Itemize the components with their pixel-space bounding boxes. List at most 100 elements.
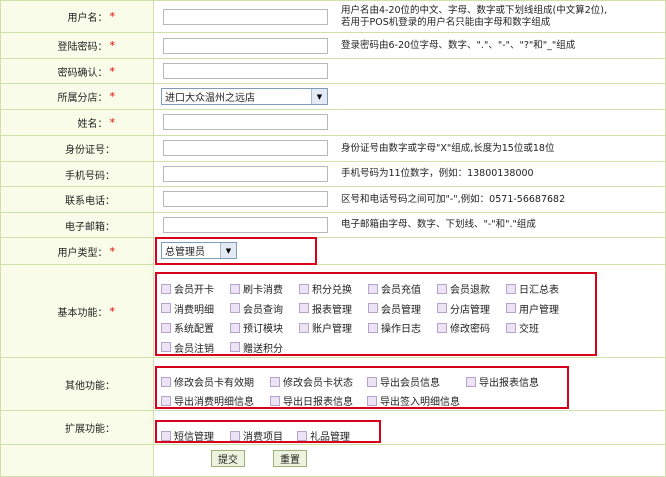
password-input[interactable] <box>163 38 328 54</box>
name-input[interactable] <box>163 114 328 130</box>
reset-button[interactable]: 重置 <box>273 450 307 467</box>
checkbox-icon[interactable] <box>161 283 171 294</box>
checkbox-icon[interactable] <box>506 283 516 294</box>
basic-function-option[interactable]: 会员管理 <box>368 301 421 316</box>
usertype-select[interactable]: 总管理员 ▼ <box>161 242 237 259</box>
required-mark: * <box>109 304 116 318</box>
basic-function-option-label: 账户管理 <box>312 324 352 335</box>
label-basic-functions: 基本功能： * <box>1 265 154 357</box>
checkbox-icon[interactable] <box>230 322 240 333</box>
checkbox-icon[interactable] <box>230 430 240 441</box>
basic-function-option[interactable]: 分店管理 <box>437 301 490 316</box>
checkbox-icon[interactable] <box>161 395 171 406</box>
basic-function-option[interactable]: 用户管理 <box>506 301 559 316</box>
checkbox-icon[interactable] <box>437 322 447 333</box>
submit-button[interactable]: 提交 <box>211 450 245 467</box>
basic-function-option-label: 刷卡消费 <box>243 285 283 296</box>
basic-function-option-label: 日汇总表 <box>519 285 559 296</box>
checkbox-icon[interactable] <box>299 322 309 333</box>
basic-function-option-label: 会员管理 <box>381 304 421 316</box>
other-function-option[interactable]: 导出消费明细信息 <box>161 393 254 408</box>
email-input[interactable] <box>163 217 328 233</box>
other-function-option[interactable]: 导出签入明细信息 <box>367 393 460 408</box>
basic-function-option[interactable]: 系统配置 <box>161 320 214 335</box>
extension-function-option[interactable]: 短信管理 <box>161 428 214 443</box>
user-form: 用户名： * 用户名由4-20位的中文、字母、数字或下划线组成(中文算2位), 若… <box>0 0 666 477</box>
phone-input[interactable] <box>163 191 328 207</box>
checkbox-icon[interactable] <box>299 303 309 313</box>
chevron-down-icon[interactable]: ▼ <box>311 89 327 104</box>
checkbox-icon[interactable] <box>368 283 378 294</box>
confirm-password-input[interactable] <box>163 63 328 79</box>
basic-function-option[interactable]: 会员注销 <box>161 340 214 355</box>
basic-function-option[interactable]: 会员充值 <box>368 281 421 296</box>
other-function-option-label: 修改会员卡状态 <box>283 378 353 389</box>
checkbox-icon[interactable] <box>230 283 240 294</box>
label-text: 电子邮箱： <box>65 221 115 233</box>
label-text: 其他功能： <box>65 380 115 392</box>
basic-function-option[interactable]: 会员开卡 <box>161 281 214 296</box>
row-actions: 提交 重置 <box>1 445 665 476</box>
basic-function-option[interactable]: 操作日志 <box>368 320 421 335</box>
basic-function-option[interactable]: 消费明细 <box>161 301 214 316</box>
extension-function-option-label: 消费项目 <box>243 432 283 443</box>
checkbox-icon[interactable] <box>230 342 240 352</box>
checkbox-icon[interactable] <box>161 376 171 387</box>
checkbox-icon[interactable] <box>230 303 240 313</box>
label-extension-functions: 扩展功能： <box>1 411 154 444</box>
username-input[interactable] <box>163 9 328 25</box>
label-other-functions: 其他功能： <box>1 358 154 410</box>
idcard-input[interactable] <box>163 140 328 156</box>
basic-function-option[interactable]: 预订模块 <box>230 320 283 335</box>
checkbox-icon[interactable] <box>506 303 516 313</box>
label-text: 联系电话： <box>65 196 115 207</box>
checkbox-icon[interactable] <box>506 322 516 333</box>
password-hint: 登录密码由6-20位字母、数字、"."、"-"、"?"和"_"组成 <box>341 40 576 51</box>
label-name: 姓名： * <box>1 110 154 135</box>
other-function-option[interactable]: 修改会员卡有效期 <box>161 374 254 389</box>
basic-function-option[interactable]: 积分兑换 <box>299 281 352 296</box>
label-text: 用户类型： <box>57 247 108 259</box>
basic-function-option[interactable]: 会员查询 <box>230 301 283 316</box>
basic-function-option[interactable]: 日汇总表 <box>506 281 559 296</box>
row-email: 电子邮箱： 电子邮箱由字母、数字、下划线、"-"和"."组成 <box>1 213 665 238</box>
checkbox-icon[interactable] <box>161 322 171 333</box>
basic-function-option[interactable]: 修改密码 <box>437 320 490 335</box>
basic-function-option[interactable]: 会员退款 <box>437 281 490 296</box>
label-usertype: 用户类型： * <box>1 238 154 264</box>
extension-function-option[interactable]: 消费项目 <box>230 428 283 443</box>
basic-function-option[interactable]: 交班 <box>506 320 539 335</box>
checkbox-icon[interactable] <box>297 430 307 441</box>
checkbox-icon[interactable] <box>437 303 447 313</box>
extension-function-option[interactable]: 礼品管理 <box>297 428 350 443</box>
mobile-input[interactable] <box>163 166 328 182</box>
email-hint: 电子邮箱由字母、数字、下划线、"-"和"."组成 <box>341 219 536 230</box>
basic-function-option[interactable]: 账户管理 <box>299 320 352 335</box>
checkbox-icon[interactable] <box>466 376 476 387</box>
basic-function-option-label: 交班 <box>519 324 539 335</box>
checkbox-icon[interactable] <box>437 283 447 294</box>
basic-function-option-label: 会员查询 <box>243 304 283 316</box>
checkbox-icon[interactable] <box>161 342 171 352</box>
checkbox-icon[interactable] <box>368 322 378 333</box>
checkbox-icon[interactable] <box>367 395 377 406</box>
checkbox-icon[interactable] <box>299 283 309 294</box>
chevron-down-icon[interactable]: ▼ <box>220 243 236 258</box>
other-function-option[interactable]: 修改会员卡状态 <box>270 374 353 389</box>
other-function-option[interactable]: 导出报表信息 <box>466 374 539 389</box>
basic-function-option[interactable]: 报表管理 <box>299 301 352 316</box>
other-function-option[interactable]: 导出会员信息 <box>367 374 440 389</box>
required-mark: * <box>109 90 116 103</box>
checkbox-icon[interactable] <box>161 430 171 441</box>
checkbox-icon[interactable] <box>368 303 378 313</box>
basic-function-option[interactable]: 赠送积分 <box>230 340 283 355</box>
checkbox-icon[interactable] <box>161 303 171 313</box>
checkbox-icon[interactable] <box>367 376 377 387</box>
checkbox-icon[interactable] <box>270 395 280 406</box>
checkbox-icon[interactable] <box>270 376 280 387</box>
other-function-option[interactable]: 导出日报表信息 <box>270 393 353 408</box>
label-text: 基本功能： <box>57 307 108 319</box>
label-idcard: 身份证号： <box>1 136 154 161</box>
basic-function-option[interactable]: 刷卡消费 <box>230 281 283 296</box>
branch-select[interactable]: 进口大众温州之远店 ▼ <box>161 88 328 105</box>
